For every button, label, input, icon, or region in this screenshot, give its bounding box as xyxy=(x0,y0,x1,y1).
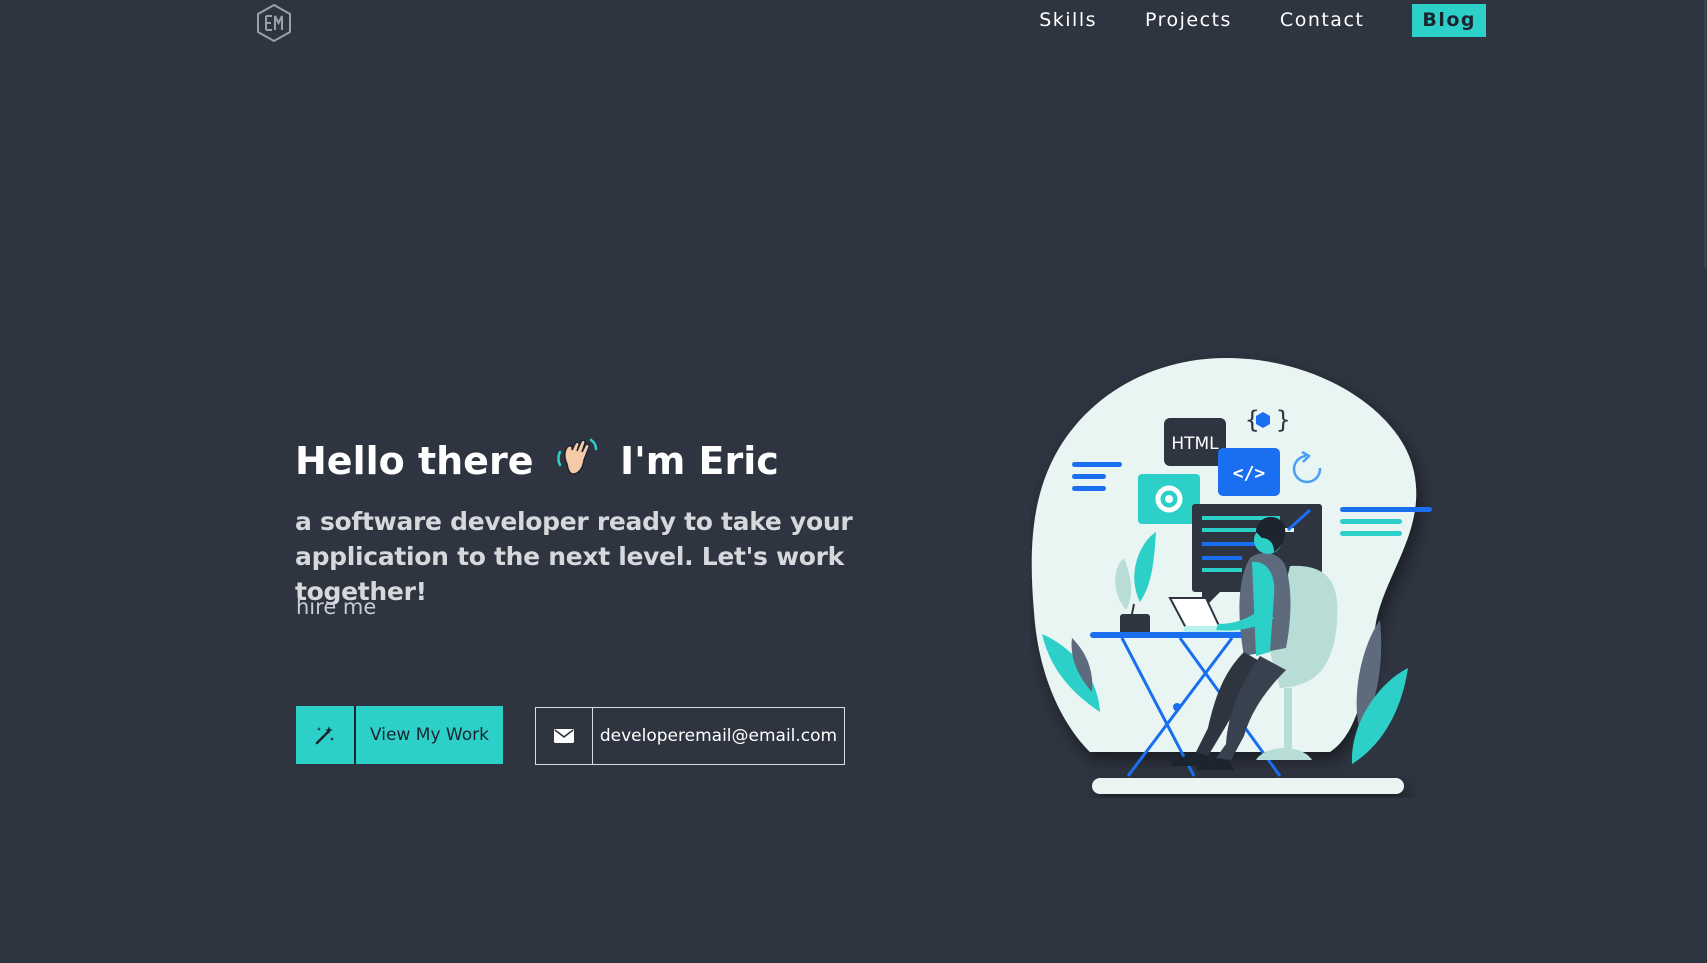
email-button[interactable]: developeremail@email.com xyxy=(535,707,845,765)
html-tag-text: HTML xyxy=(1171,434,1219,454)
main-nav: Skills Projects Contact Blog xyxy=(991,4,1486,37)
nav-skills[interactable]: Skills xyxy=(1039,4,1097,37)
hire-me-text: hire me xyxy=(296,595,377,619)
email-label: developeremail@email.com xyxy=(599,726,838,746)
hero-subtitle: a software developer ready to take your … xyxy=(295,507,853,606)
hero-title: Hello there I'm Eric xyxy=(295,433,779,489)
nav-blog[interactable]: Blog xyxy=(1412,4,1486,37)
nav-projects[interactable]: Projects xyxy=(1145,4,1232,37)
greeting-text: Hello there xyxy=(295,439,534,483)
nav-contact[interactable]: Contact xyxy=(1280,4,1364,37)
view-work-label: View My Work xyxy=(370,725,489,745)
logo[interactable] xyxy=(256,3,292,43)
waving-hand-icon xyxy=(553,434,601,482)
view-work-button[interactable]: View My Work xyxy=(296,706,503,764)
magic-wand-icon xyxy=(296,706,356,764)
developer-illustration: HTML </> { } xyxy=(1030,352,1450,804)
envelope-icon xyxy=(536,708,593,764)
name-text: I'm Eric xyxy=(619,439,779,483)
page: Skills Projects Contact Blog Hello there… xyxy=(0,0,1707,963)
code-tag-text: </> xyxy=(1233,463,1266,484)
svg-text:}: } xyxy=(1276,406,1290,434)
